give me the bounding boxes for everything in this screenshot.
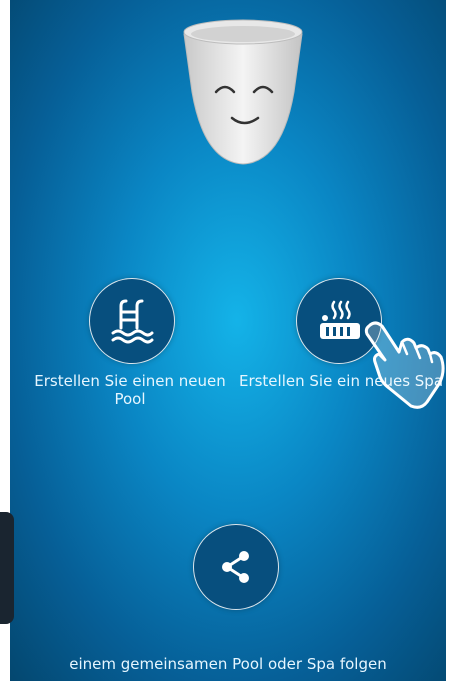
create-spa-button[interactable] — [296, 278, 382, 364]
create-spa-label[interactable]: Erstellen Sie ein neues Spa — [236, 372, 446, 390]
screen-edge — [446, 0, 451, 681]
create-pool-button[interactable] — [89, 278, 175, 364]
app-screen: Erstellen Sie einen neuen Pool Erstellen… — [10, 0, 446, 681]
hot-tub-icon — [320, 300, 360, 339]
smiling-cup-logo — [178, 12, 308, 172]
share-icon — [222, 551, 249, 583]
share-button[interactable] — [193, 524, 279, 610]
side-drawer-handle[interactable] — [0, 512, 14, 624]
create-pool-label[interactable]: Erstellen Sie einen neuen Pool — [32, 372, 228, 408]
pool-ladder-icon — [111, 299, 154, 344]
follow-shared-pool-link[interactable]: einem gemeinsamen Pool oder Spa folgen — [10, 655, 446, 673]
